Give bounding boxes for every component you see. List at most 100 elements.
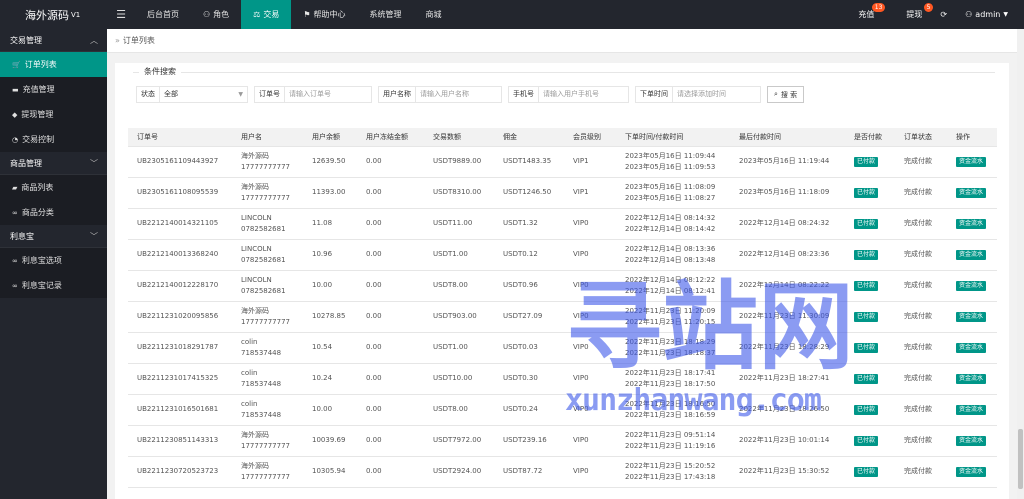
cell-order-time: 2022年12月14日 08:14:32 <box>625 213 716 222</box>
sidebar-group-interest[interactable]: 利息宝 ﹀ <box>0 225 107 248</box>
sidebar-item-interest-records[interactable]: ∞ 利息宝记录 <box>0 273 107 298</box>
page-scrollbar[interactable] <box>1017 29 1024 499</box>
col-status[interactable]: 订单状态 <box>895 128 947 147</box>
sidebar-item-interest-options[interactable]: ∞ 利息宝选项 <box>0 248 107 273</box>
sidebar-group-goods[interactable]: 商品管理 ﹀ <box>0 152 107 175</box>
cell-times: 2022年11月23日 09:51:14 2022年11月23日 11:19:16 <box>616 425 730 457</box>
cell-order-time: 2023年05月16日 11:08:09 <box>625 182 716 191</box>
fund-flow-button[interactable]: 资金流水 <box>956 281 987 291</box>
sidebar-item-recharge[interactable]: ▬ 充值管理 <box>0 77 107 102</box>
cell-commission: USDT0.03 <box>494 332 564 364</box>
sidebar-item-label: 交易控制 <box>22 135 55 144</box>
breadcrumb-current: 订单列表 <box>122 36 155 45</box>
status-value: 全部 <box>160 87 182 102</box>
cell-last-pay: 2022年11月23日 10:01:14 <box>730 425 845 457</box>
nav-item-help[interactable]: ⚑ 帮助中心 <box>291 0 357 29</box>
refresh-icon[interactable]: ⟳ <box>931 0 956 29</box>
nav-item-system[interactable]: 系统管理 <box>358 0 414 29</box>
paid-badge: 已付款 <box>854 405 879 415</box>
cell-user: LINCOLN 0782582681 <box>232 208 303 240</box>
cell-status: 完成付款 <box>895 301 947 333</box>
sidebar-item-trade-control[interactable]: ◔ 交易控制 <box>0 127 107 152</box>
fund-flow-button[interactable]: 资金流水 <box>956 157 987 167</box>
fund-flow-button[interactable]: 资金流水 <box>956 250 987 260</box>
nav-item-label: 后台首页 <box>147 10 179 19</box>
nav-item-role[interactable]: ⚇ 角色 <box>191 0 241 29</box>
col-order-time[interactable]: 下单时间/付款时间 <box>616 128 730 147</box>
status-select[interactable]: 状态 全部 ▼ <box>136 86 248 103</box>
recharge-link[interactable]: 充值 13 <box>849 0 886 29</box>
col-frozen[interactable]: 用户冻结金额 <box>357 128 424 147</box>
username-input[interactable]: 请输入用户名称 <box>416 87 473 102</box>
col-paid[interactable]: 是否付款 <box>845 128 895 147</box>
col-balance[interactable]: 用户余额 <box>303 128 357 147</box>
cell-user: colin 718537448 <box>232 332 303 364</box>
search-button[interactable]: ⌕ 搜 索 <box>767 86 805 103</box>
nav-item-mall[interactable]: 商城 <box>414 0 454 29</box>
col-order-id[interactable]: 订单号 <box>128 128 232 147</box>
sidebar-item-goods-list[interactable]: ▰ 商品列表 <box>0 175 107 200</box>
time-input[interactable]: 请选择添加时间 <box>673 87 730 102</box>
col-action[interactable]: 操作 <box>947 128 997 147</box>
table-row: UB2305161109443927 海外源码 17777777777 12639.5… <box>128 146 997 178</box>
cell-status: 完成付款 <box>895 456 947 488</box>
fund-flow-button[interactable]: 资金流水 <box>956 219 987 229</box>
menu-toggle-icon[interactable]: ☰ <box>107 8 135 21</box>
scrollbar-thumb[interactable] <box>1018 429 1023 489</box>
app-version: V1 <box>71 10 81 19</box>
fund-flow-button[interactable]: 资金流水 <box>956 467 987 477</box>
app-logo[interactable]: 海外源码 V1 <box>0 0 107 29</box>
fund-flow-button[interactable]: 资金流水 <box>956 312 987 322</box>
nav-item-home[interactable]: 后台首页 <box>135 0 191 29</box>
chevron-down-icon: ▼ <box>1003 11 1008 18</box>
watermark-logo: 寻站网 <box>566 271 854 373</box>
withdraw-link[interactable]: 提现 5 <box>897 0 934 29</box>
cell-level: VIP0 <box>564 239 616 271</box>
fund-flow-button[interactable]: 资金流水 <box>956 405 987 415</box>
sidebar-item-withdraw[interactable]: ◆ 提现管理 <box>0 102 107 127</box>
cell-commission: USDT1.32 <box>494 208 564 240</box>
sidebar-item-order-list[interactable]: 🛒 订单列表 <box>0 52 107 77</box>
sidebar-item-goods-category[interactable]: ∞ 商品分类 <box>0 200 107 225</box>
cell-user: 海外源码 17777777777 <box>232 456 303 488</box>
cell-order-id: UB2211231020095856 <box>128 301 232 333</box>
fund-flow-button[interactable]: 资金流水 <box>956 436 987 446</box>
username-field[interactable]: 用户名称 请输入用户名称 <box>378 86 502 103</box>
paid-badge: 已付款 <box>854 250 879 260</box>
cell-commission: USDT1246.50 <box>494 177 564 209</box>
sidebar-group-label: 商品管理 <box>10 158 42 168</box>
cell-balance: 10278.85 <box>303 301 357 333</box>
phone-field[interactable]: 手机号 请输入用户手机号 <box>508 86 629 103</box>
time-field[interactable]: 下单时间 请选择添加时间 <box>635 86 761 103</box>
col-username[interactable]: 用户名 <box>232 128 303 147</box>
cell-balance: 11.08 <box>303 208 357 240</box>
col-level[interactable]: 会员级别 <box>564 128 616 147</box>
cell-frozen: 0.00 <box>357 363 424 395</box>
col-amount[interactable]: 交易数额 <box>424 128 494 147</box>
withdraw-label: 提现 <box>906 10 923 19</box>
sidebar-group-trade[interactable]: 交易管理 ︿ <box>0 29 107 52</box>
nav-item-trade[interactable]: ⚖ 交易 <box>241 0 292 29</box>
cell-pay-time: 2023年05月16日 11:08:27 <box>625 193 716 202</box>
cell-status: 完成付款 <box>895 332 947 364</box>
col-commission[interactable]: 佣金 <box>494 128 564 147</box>
phone-input[interactable]: 请输入用户手机号 <box>539 87 603 102</box>
cell-order-id: UB2211230851143313 <box>128 425 232 457</box>
fund-flow-button[interactable]: 资金流水 <box>956 188 987 198</box>
order-input[interactable]: 请输入订单号 <box>285 87 335 102</box>
cell-times: 2023年05月16日 11:09:44 2023年05月16日 11:09:53 <box>616 146 730 178</box>
cell-balance: 12639.50 <box>303 146 357 178</box>
cell-action: 资金流水 <box>947 146 997 178</box>
order-field[interactable]: 订单号 请输入订单号 <box>254 86 372 103</box>
order-label: 订单号 <box>255 87 285 102</box>
cell-username: 海外源码 <box>241 182 269 191</box>
fund-flow-button[interactable]: 资金流水 <box>956 343 987 353</box>
link-icon: ∞ <box>12 208 18 217</box>
fund-flow-button[interactable]: 资金流水 <box>956 374 987 384</box>
table-row: UB2212140014321105 LINCOLN 0782582681 11.08… <box>128 208 997 240</box>
col-last-pay[interactable]: 最后付款时间 <box>730 128 845 147</box>
table-row: UB2211230720523723 海外源码 17777777777 10305.9… <box>128 456 997 488</box>
cell-action: 资金流水 <box>947 208 997 240</box>
search-legend: 条件搜索 <box>139 66 181 77</box>
user-menu[interactable]: ⚇ admin ▼ <box>956 0 1024 29</box>
